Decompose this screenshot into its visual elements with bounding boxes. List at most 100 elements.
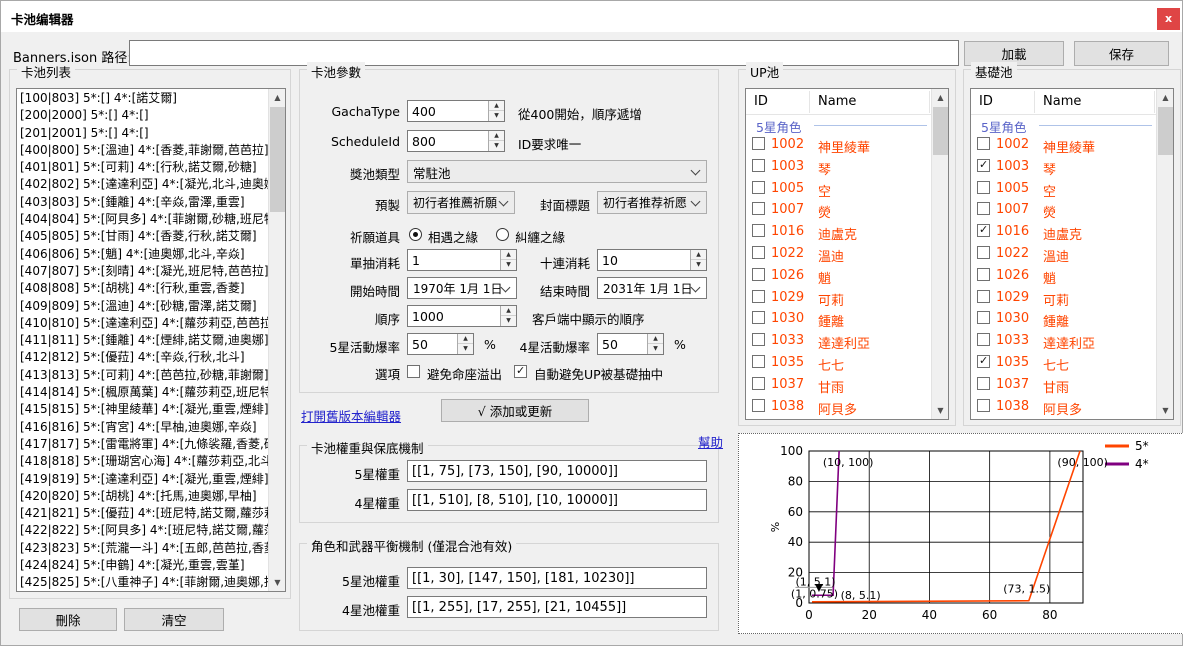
pool-list-item[interactable]: [413|813] 5*:[可莉] 4*:[芭芭拉,砂糖,菲謝爾] (17, 367, 268, 384)
rate4-input[interactable] (598, 334, 647, 354)
pool-list-item[interactable]: [406|806] 5*:[魈] 4*:[迪奧娜,北斗,辛焱] (17, 246, 268, 263)
pool-list-item[interactable]: [409|809] 5*:[溫迪] 4*:[砂糖,雷澤,諾艾爾] (17, 298, 268, 315)
pool-list-item[interactable]: [425|825] 5*:[八重神子] 4*:[菲謝爾,迪奧娜,托馬] (17, 574, 268, 591)
spin-up-icon[interactable]: ▲ (489, 101, 504, 111)
pool-row-checkbox[interactable] (977, 181, 990, 194)
close-button[interactable]: x (1157, 8, 1180, 30)
spin-down-icon[interactable]: ▼ (501, 316, 516, 326)
pool-row-checkbox[interactable] (752, 311, 765, 324)
pool-row-checkbox[interactable] (977, 377, 990, 390)
scroll-up-icon[interactable]: ▲ (269, 89, 286, 106)
scroll-thumb[interactable] (1158, 107, 1173, 155)
spin-up-icon[interactable]: ▲ (691, 250, 706, 260)
pool-list-item[interactable]: [404|804] 5*:[阿貝多] 4*:[菲謝爾,砂糖,班尼特] (17, 211, 268, 228)
scroll-down-icon[interactable]: ▼ (269, 574, 286, 591)
single-cost-input[interactable] (408, 250, 500, 270)
pool-list-item[interactable]: [408|808] 5*:[胡桃] 4*:[行秋,重雲,香菱] (17, 280, 268, 297)
gacha-type-input[interactable] (408, 101, 488, 121)
weight4-input[interactable] (407, 489, 707, 511)
pool-row-checkbox[interactable] (752, 137, 765, 150)
avoid-constellation-overflow-checkbox[interactable] (407, 365, 420, 378)
intertwined-fate-radio[interactable] (496, 228, 509, 241)
order-spinner[interactable]: ▲▼ (407, 305, 517, 327)
pool-list-item[interactable]: [423|823] 5*:[荒瀧一斗] 4*:[五郎,芭芭拉,香菱] (17, 540, 268, 557)
acquaint-fate-radio[interactable] (409, 228, 422, 241)
path-input[interactable] (129, 40, 959, 66)
pool-row-checkbox[interactable] (752, 399, 765, 412)
spin-down-icon[interactable]: ▼ (489, 141, 504, 151)
pool-list-item[interactable]: [100|803] 5*:[] 4*:[諾艾爾] (17, 90, 268, 107)
delete-button[interactable]: 刪除 (19, 608, 117, 631)
spin-down-icon[interactable]: ▼ (648, 344, 663, 354)
pool-list-item[interactable]: [412|812] 5*:[優菈] 4*:[辛焱,行秋,北斗] (17, 349, 268, 366)
rate5-input[interactable] (408, 334, 457, 354)
preset-select[interactable]: 初行者推薦祈願 (407, 191, 515, 214)
pool-list-item[interactable]: [403|803] 5*:[鍾離] 4*:[辛焱,雷澤,重雲] (17, 194, 268, 211)
pool-row-checkbox[interactable] (752, 246, 765, 259)
pool-weight4-input[interactable] (407, 596, 707, 618)
save-button[interactable]: 保存 (1074, 41, 1169, 66)
pool-row-checkbox[interactable] (977, 159, 990, 172)
weight5-input[interactable] (407, 460, 707, 482)
pool-list-item[interactable]: [416|816] 5*:[宵宮] 4*:[早柚,迪奧娜,辛焱] (17, 419, 268, 436)
pool-list-item[interactable]: [410|810] 5*:[達達利亞] 4*:[蘿莎莉亞,芭芭拉,菲謝爾] (17, 315, 268, 332)
pool-list-item[interactable]: [414|814] 5*:[楓原萬葉] 4*:[蘿莎莉亞,班尼特,雷澤] (17, 384, 268, 401)
up-pool-scrollbar[interactable]: ▲ ▼ (931, 89, 948, 419)
pool-row-checkbox[interactable] (977, 202, 990, 215)
start-time-picker[interactable]: 1970年 1月 1日 (407, 277, 517, 299)
clear-button[interactable]: 清空 (124, 608, 224, 631)
ten-cost-input[interactable] (598, 250, 690, 270)
pool-row-checkbox[interactable] (977, 399, 990, 412)
pool-row-checkbox[interactable] (977, 224, 990, 237)
pool-list-item[interactable]: [422|822] 5*:[阿貝多] 4*:[班尼特,諾艾爾,蘿莎莉亞] (17, 522, 268, 539)
pool-list-item[interactable]: [420|820] 5*:[胡桃] 4*:[托馬,迪奧娜,早柚] (17, 488, 268, 505)
pool-row-checkbox[interactable] (977, 333, 990, 346)
pool-row-checkbox[interactable] (752, 355, 765, 368)
pool-type-select[interactable]: 常駐池 (407, 160, 707, 183)
pool-list-item[interactable]: [419|819] 5*:[達達利亞] 4*:[凝光,重雲,煙緋] (17, 471, 268, 488)
schedule-id-spinner[interactable]: ▲▼ (407, 130, 505, 152)
pool-list-item[interactable]: [401|801] 5*:[可莉] 4*:[行秋,諾艾爾,砂糖] (17, 159, 268, 176)
spin-up-icon[interactable]: ▲ (489, 131, 504, 141)
pool-row-checkbox[interactable] (752, 159, 765, 172)
pool-row-checkbox[interactable] (977, 355, 990, 368)
pool-row-checkbox[interactable] (752, 202, 765, 215)
base-pool-scrollbar[interactable]: ▲ ▼ (1156, 89, 1173, 419)
spin-up-icon[interactable]: ▲ (501, 250, 516, 260)
spin-down-icon[interactable]: ▼ (501, 260, 516, 270)
spin-down-icon[interactable]: ▼ (458, 344, 473, 354)
pool-row-checkbox[interactable] (752, 377, 765, 390)
spin-up-icon[interactable]: ▲ (458, 334, 473, 344)
pool-list-item[interactable]: [418|818] 5*:[珊瑚宮心海] 4*:[蘿莎莉亞,北斗,行秋] (17, 453, 268, 470)
pool-list-item[interactable]: [424|824] 5*:[申鶴] 4*:[凝光,重雲,雲堇] (17, 557, 268, 574)
pool-row-checkbox[interactable] (977, 268, 990, 281)
pool-row-checkbox[interactable] (752, 181, 765, 194)
scroll-down-icon[interactable]: ▼ (1157, 402, 1174, 419)
pool-weight5-input[interactable] (407, 567, 707, 589)
pool-row-checkbox[interactable] (977, 137, 990, 150)
open-old-editor-link[interactable]: 打開舊版本編輯器 (301, 406, 401, 425)
ten-cost-spinner[interactable]: ▲▼ (597, 249, 707, 271)
spin-down-icon[interactable]: ▼ (489, 111, 504, 121)
spin-up-icon[interactable]: ▲ (501, 306, 516, 316)
auto-avoid-up-in-base-checkbox[interactable] (514, 365, 527, 378)
scroll-down-icon[interactable]: ▼ (932, 402, 949, 419)
pool-row-checkbox[interactable] (977, 246, 990, 259)
end-time-picker[interactable]: 2031年 1月 1日 (597, 277, 707, 299)
pool-list-item[interactable]: [407|807] 5*:[刻晴] 4*:[凝光,班尼特,芭芭拉] (17, 263, 268, 280)
spin-down-icon[interactable]: ▼ (691, 260, 706, 270)
pool-list-item[interactable]: [402|802] 5*:[達達利亞] 4*:[凝光,北斗,迪奧娜] (17, 176, 268, 193)
scroll-thumb[interactable] (270, 107, 285, 212)
pool-list-item[interactable]: [400|800] 5*:[溫迪] 4*:[香菱,菲謝爾,芭芭拉] (17, 142, 268, 159)
pool-row-checkbox[interactable] (977, 311, 990, 324)
single-cost-spinner[interactable]: ▲▼ (407, 249, 517, 271)
scroll-up-icon[interactable]: ▲ (1157, 89, 1174, 106)
pool-list-item[interactable]: [411|811] 5*:[鍾離] 4*:[煙緋,諾艾爾,迪奧娜] (17, 332, 268, 349)
cover-title-select[interactable]: 初行者推荐祈愿 (597, 191, 707, 214)
pool-row-checkbox[interactable] (752, 290, 765, 303)
scroll-up-icon[interactable]: ▲ (932, 89, 949, 106)
rate5-spinner[interactable]: ▲▼ (407, 333, 474, 355)
spin-up-icon[interactable]: ▲ (648, 334, 663, 344)
pool-list-item[interactable]: [405|805] 5*:[甘雨] 4*:[香菱,行秋,諾艾爾] (17, 228, 268, 245)
pool-list-item[interactable]: [415|815] 5*:[神里綾華] 4*:[凝光,重雲,煙緋] (17, 401, 268, 418)
